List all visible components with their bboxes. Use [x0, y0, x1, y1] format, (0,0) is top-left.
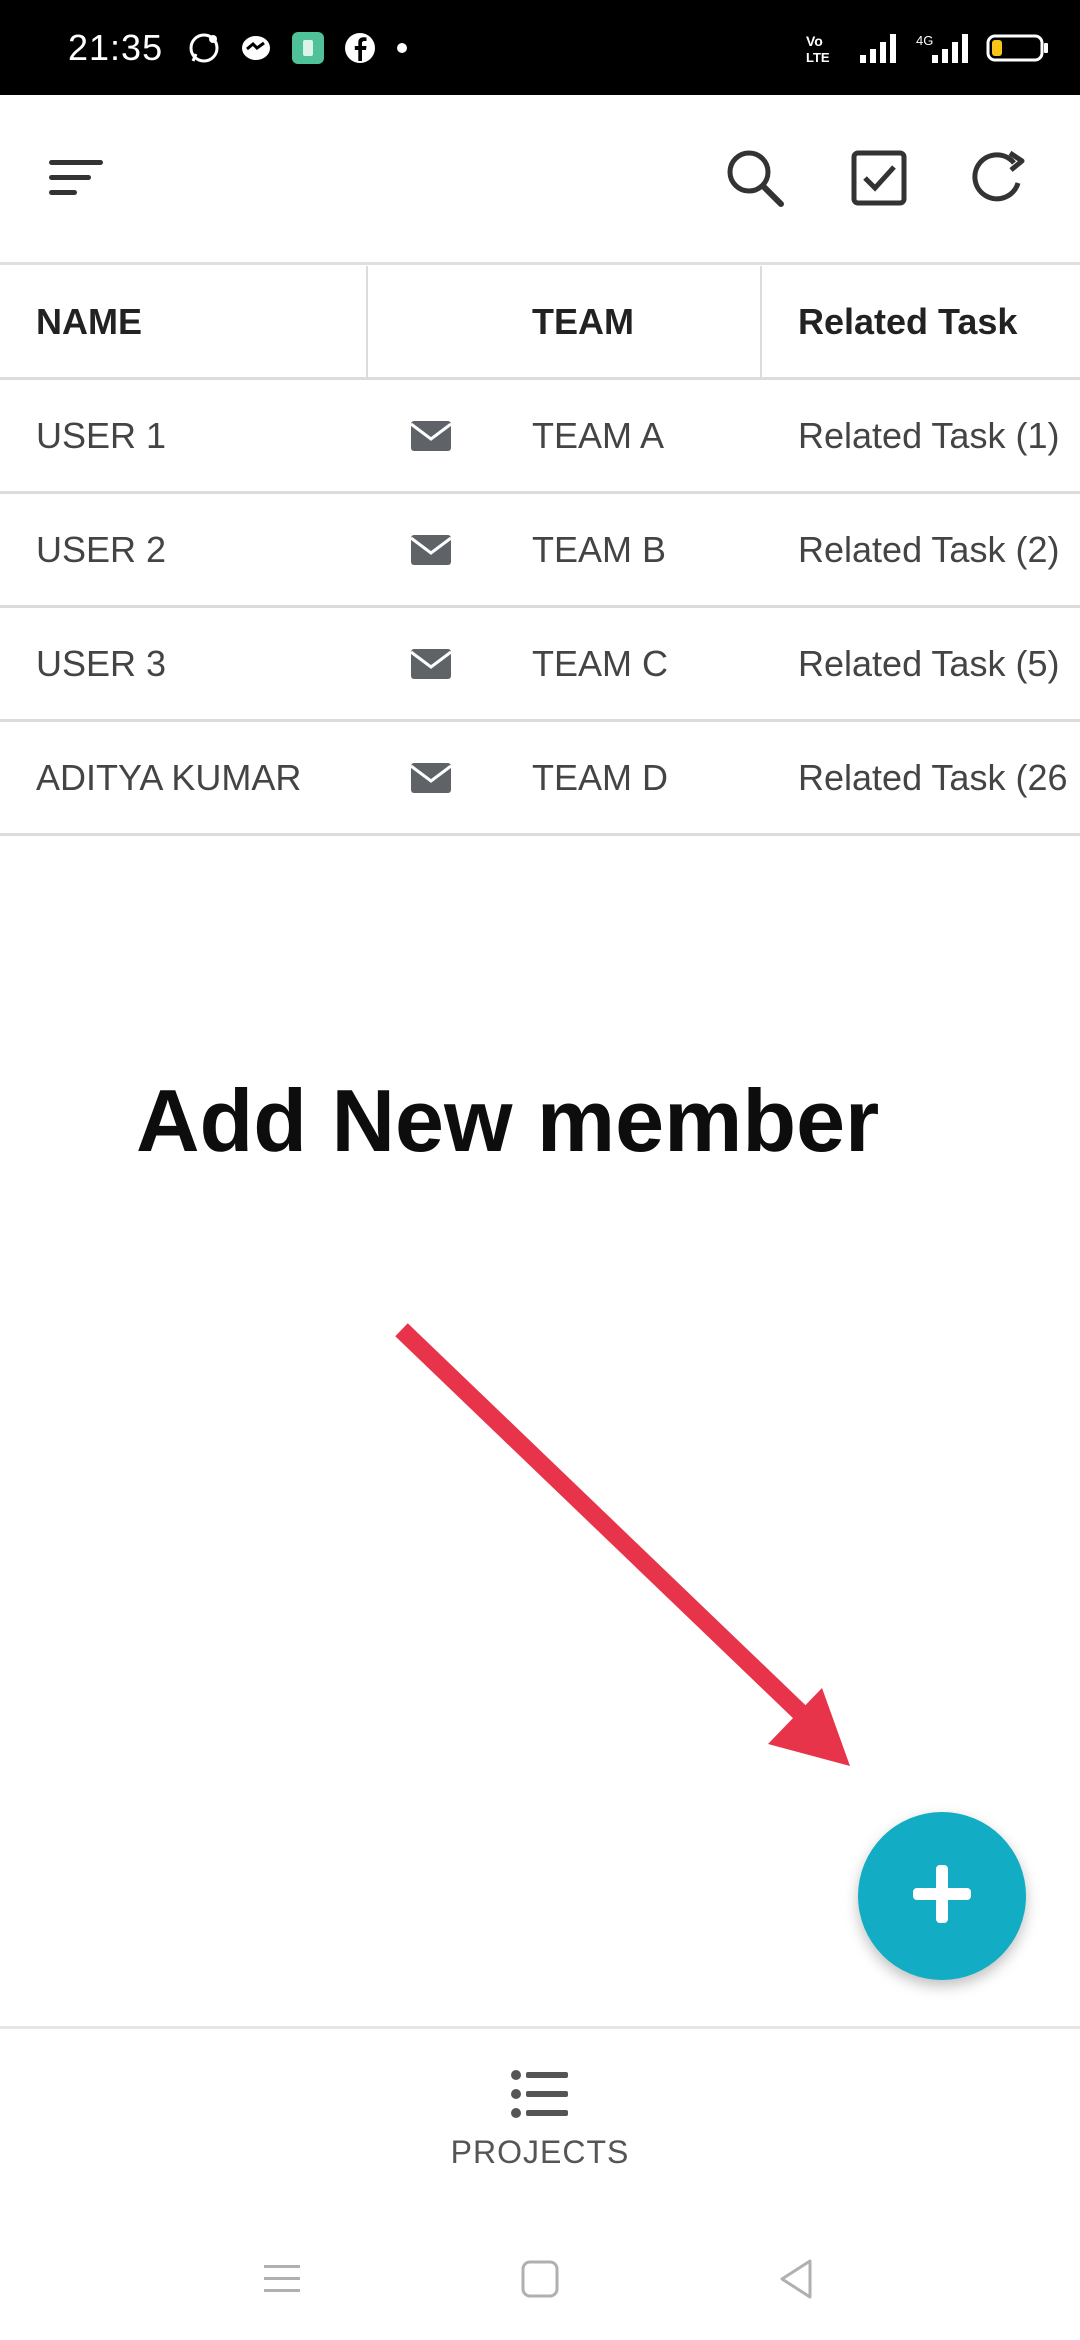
volte-icon: Vo LTE: [804, 31, 844, 65]
header-related-task[interactable]: Related Task: [798, 266, 1017, 377]
recents-icon: [260, 2261, 304, 2302]
svg-text:LTE: LTE: [806, 50, 830, 65]
status-right: Vo LTE 4G: [804, 0, 1050, 95]
annotation-text: Add New member: [136, 1071, 880, 1170]
member-name: USER 3: [36, 642, 167, 684]
notification-icons: [187, 31, 409, 65]
system-navigation: [0, 2226, 1080, 2340]
refresh-button[interactable]: [954, 135, 1044, 225]
plus-icon: [909, 1861, 975, 1932]
battery-icon: [986, 31, 1050, 65]
header-team[interactable]: TEAM: [532, 266, 634, 377]
member-related-task[interactable]: Related Task (26: [798, 722, 1068, 833]
table-row[interactable]: USER 3 TEAM C Related Task (5): [0, 608, 1080, 722]
nav-projects-label: PROJECTS: [450, 2134, 630, 2170]
back-icon: [776, 2257, 816, 2306]
email-icon[interactable]: [410, 722, 452, 833]
facebook-icon: [343, 31, 377, 65]
screen: 21:35 Vo LTE 4G NAME TEAM Related Task U…: [0, 0, 1080, 2340]
table-header: NAME TEAM Related Task: [0, 266, 1080, 380]
email-icon[interactable]: [410, 380, 452, 491]
home-button[interactable]: [500, 2246, 580, 2316]
nav-projects[interactable]: PROJECTS: [440, 2069, 640, 2199]
member-related-task[interactable]: Related Task (5): [798, 608, 1059, 719]
app-icon: [291, 31, 325, 65]
select-button[interactable]: [834, 135, 924, 225]
header-name[interactable]: NAME: [36, 266, 142, 377]
bottom-navigation: PROJECTS: [0, 2026, 1080, 2226]
member-team: TEAM B: [532, 528, 667, 570]
list-icon: [511, 2069, 569, 2124]
home-icon: [520, 2259, 560, 2304]
back-button[interactable]: [756, 2246, 836, 2316]
member-name: USER 2: [36, 528, 167, 570]
svg-text:4G: 4G: [916, 33, 933, 48]
member-team: TEAM D: [532, 756, 669, 798]
member-name: ADITYA KUMAR: [36, 756, 302, 798]
table-row[interactable]: USER 2 TEAM B Related Task (2): [0, 494, 1080, 608]
checkbox-icon: [850, 149, 908, 212]
table-row[interactable]: USER 1 TEAM A Related Task (1): [0, 380, 1080, 494]
column-divider: [366, 266, 368, 377]
add-member-button[interactable]: [858, 1812, 1026, 1980]
search-button[interactable]: [710, 135, 800, 225]
status-time: 21:35: [68, 26, 164, 68]
dot-icon: [395, 41, 409, 55]
member-name: USER 1: [36, 414, 167, 456]
column-divider: [760, 266, 762, 377]
toolbar: [0, 95, 1080, 265]
table-row[interactable]: ADITYA KUMAR TEAM D Related Task (26: [0, 722, 1080, 836]
member-team: TEAM A: [532, 414, 665, 456]
messenger-icon: [239, 31, 273, 65]
recents-button[interactable]: [242, 2246, 322, 2316]
refresh-icon: [968, 147, 1030, 214]
whatsapp-icon: [187, 31, 221, 65]
status-bar: 21:35 Vo LTE 4G: [0, 0, 1080, 95]
email-icon[interactable]: [410, 494, 452, 605]
svg-text:Vo: Vo: [806, 33, 823, 49]
member-team: TEAM C: [532, 642, 669, 684]
signal-icon: [858, 31, 902, 65]
members-table: NAME TEAM Related Task USER 1 TEAM A Rel…: [0, 266, 1080, 840]
member-related-task[interactable]: Related Task (1): [798, 380, 1059, 491]
member-related-task[interactable]: Related Task (2): [798, 494, 1059, 605]
email-icon[interactable]: [410, 608, 452, 719]
menu-icon: [47, 156, 107, 205]
4g-signal-icon: 4G: [916, 31, 972, 65]
menu-button[interactable]: [32, 135, 122, 225]
search-icon: [724, 147, 786, 214]
